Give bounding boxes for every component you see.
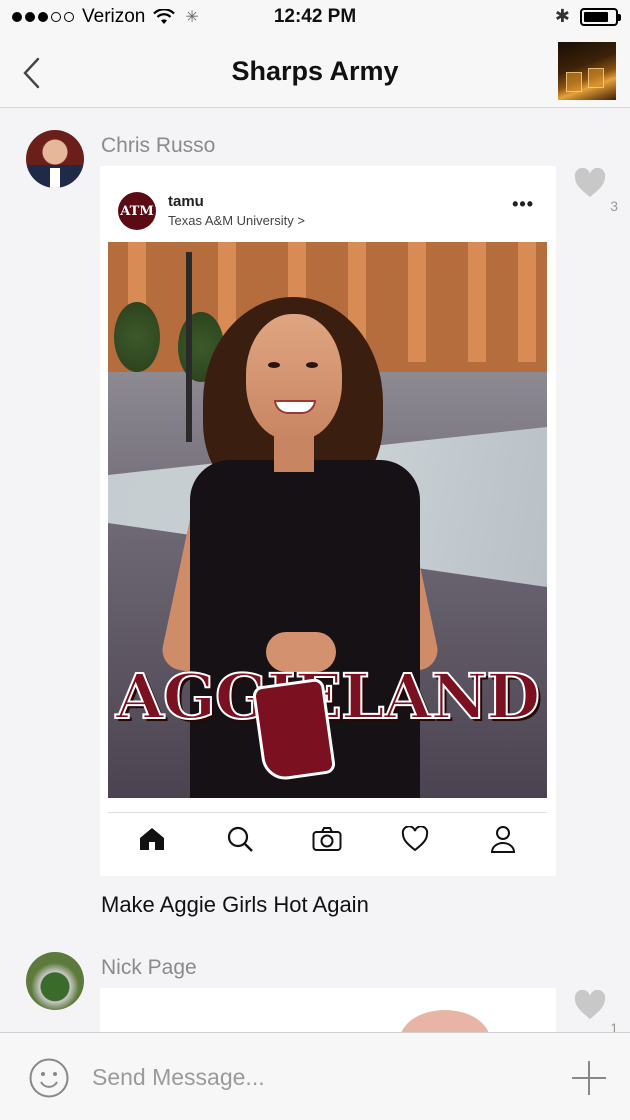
group-avatar[interactable] [558, 42, 616, 100]
profile-icon[interactable] [488, 824, 518, 854]
message-post: Nick Page 1 [0, 930, 630, 1032]
post-author[interactable]: Chris Russo [101, 134, 215, 158]
like-button[interactable]: 1 [574, 989, 618, 1032]
smiley-icon[interactable] [28, 1057, 70, 1099]
status-bar: Verizon ✳ 12:42 PM ✱ [0, 0, 630, 36]
search-icon[interactable] [225, 824, 255, 854]
heart-icon [574, 989, 606, 1019]
instagram-photo[interactable]: AGGIELAND [108, 242, 547, 798]
heart-icon [574, 167, 606, 197]
lamp-post [186, 252, 192, 442]
avatar[interactable] [26, 952, 84, 1010]
navigation-bar: Sharps Army [0, 36, 630, 108]
battery-level [584, 11, 608, 22]
status-right-group: ✱ [554, 6, 621, 27]
shared-instagram-card[interactable]: ATM tamu Texas A&M University > ••• AGGI… [100, 166, 556, 876]
like-button[interactable]: 3 [574, 167, 618, 214]
shared-image-card[interactable] [100, 988, 556, 1032]
message-input[interactable] [92, 1055, 532, 1099]
message-post: Chris Russo 3 ATM tamu Texas A&M Univers… [0, 108, 630, 933]
camera-icon[interactable] [312, 824, 342, 854]
post-author[interactable]: Nick Page [101, 956, 197, 980]
plus-icon[interactable] [570, 1059, 608, 1097]
status-time: 12:42 PM [273, 6, 357, 27]
more-options-icon[interactable]: ••• [512, 194, 534, 215]
home-icon[interactable] [137, 824, 167, 854]
battery-icon [580, 7, 621, 26]
instagram-account-name[interactable]: tamu [168, 193, 204, 210]
heart-icon[interactable] [400, 824, 430, 854]
tamu-logo-icon[interactable]: ATM [118, 192, 156, 230]
instagram-location[interactable]: Texas A&M University > [168, 213, 305, 228]
message-composer [0, 1032, 630, 1120]
page-title: Sharps Army [231, 56, 399, 86]
thumbs-up-icon [251, 677, 337, 783]
person-face [246, 314, 342, 440]
instagram-post-header: ATM tamu Texas A&M University > ••• [118, 190, 538, 232]
post-caption: Make Aggie Girls Hot Again [101, 892, 369, 917]
whiskey-glass-icon [588, 68, 604, 88]
whiskey-glass-icon [566, 72, 582, 92]
instagram-tab-bar [108, 812, 547, 864]
bluetooth-icon: ✱ [554, 6, 570, 26]
like-count: 3 [610, 198, 618, 214]
avatar[interactable] [26, 130, 84, 188]
like-count: 1 [610, 1020, 618, 1032]
